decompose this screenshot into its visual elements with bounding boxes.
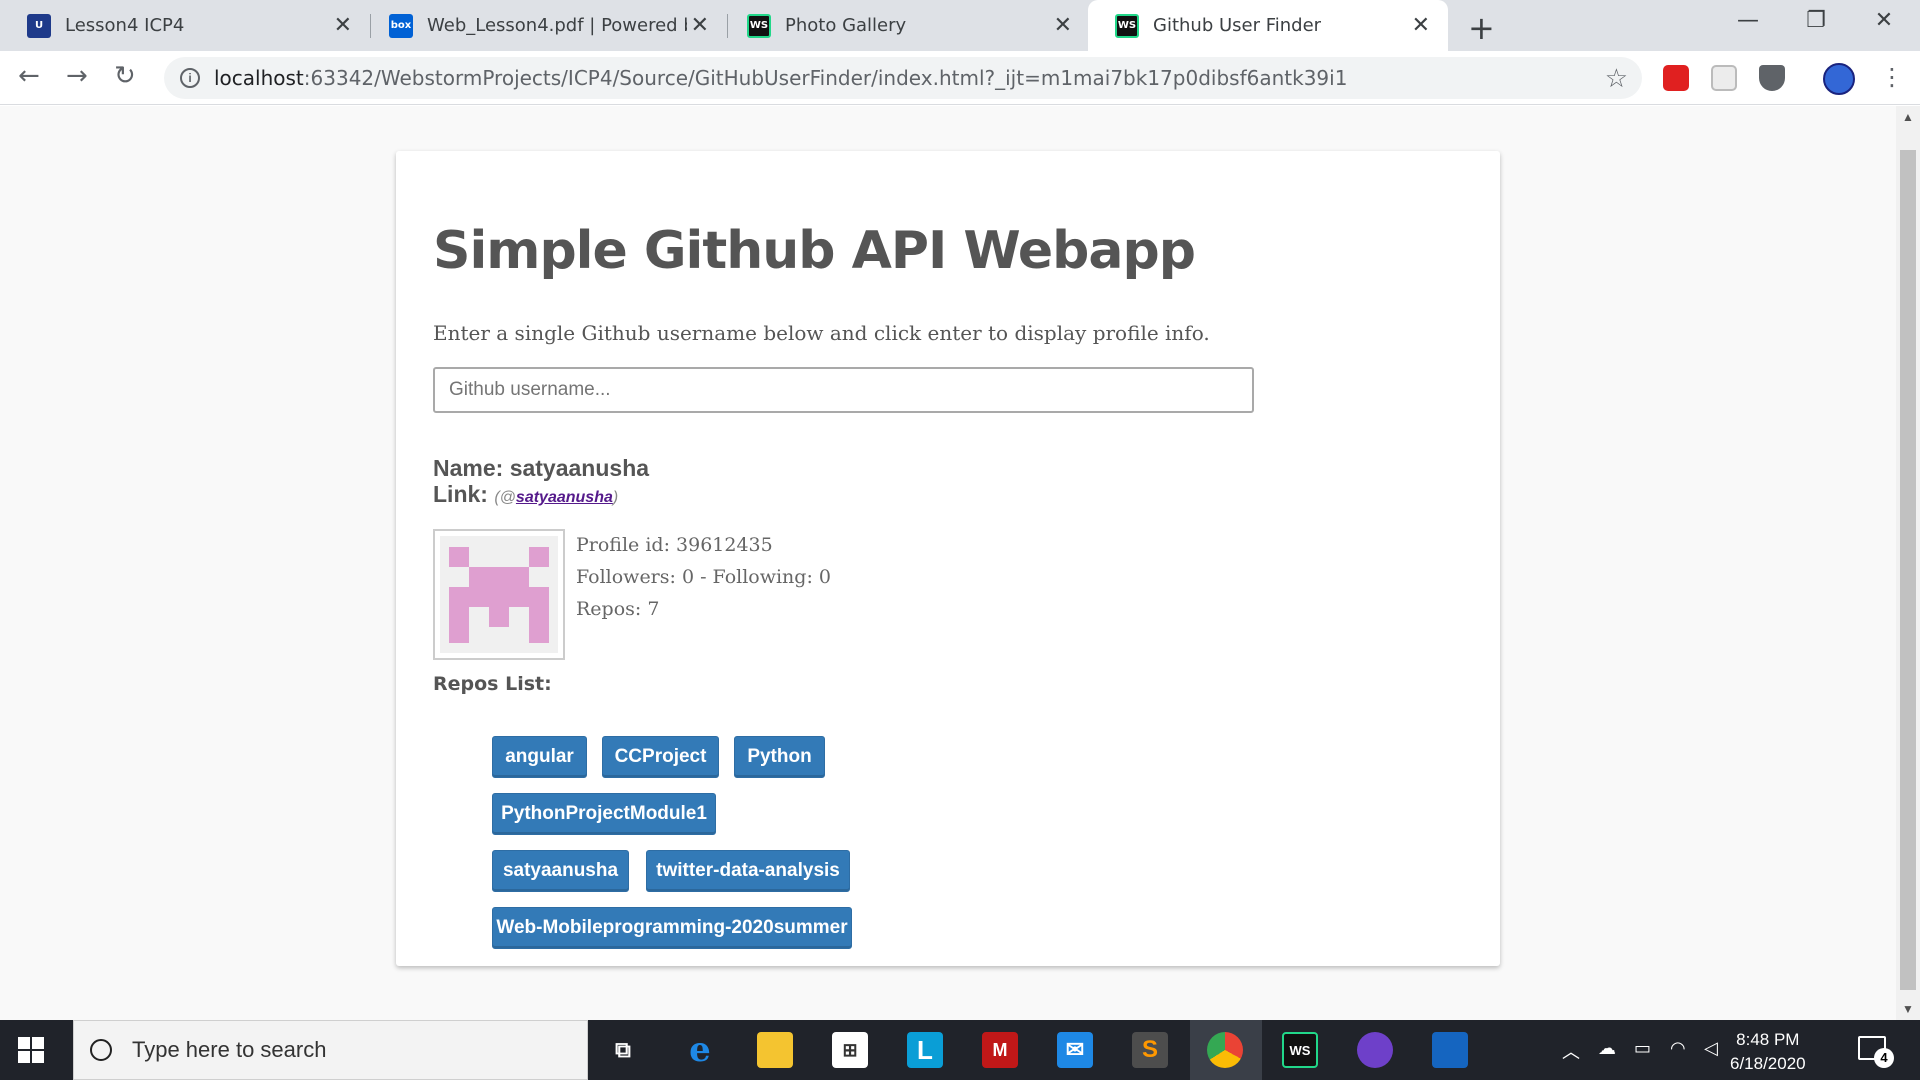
photos-icon[interactable]: [1432, 1032, 1468, 1068]
box-icon: box: [389, 13, 413, 38]
github-avatar: [433, 529, 565, 660]
repos-count: Repos: 7: [576, 598, 660, 620]
url-text[interactable]: localhost:63342/WebstormProjects/ICP4/So…: [214, 66, 1347, 90]
link-prefix: (@: [494, 489, 516, 506]
repo-button[interactable]: PythonProjectModule1: [492, 793, 716, 835]
url-host: localhost: [214, 66, 304, 90]
edge-icon[interactable]: e: [682, 1030, 718, 1070]
search-icon: [90, 1039, 112, 1061]
repo-button[interactable]: angular: [492, 736, 587, 778]
umkc-icon: U: [27, 13, 51, 38]
sublime-text-icon[interactable]: S: [1132, 1032, 1168, 1068]
tab-title: Photo Gallery: [785, 15, 907, 36]
webstorm-icon: WS: [1115, 13, 1139, 38]
new-tab-button[interactable]: +: [1468, 9, 1495, 47]
notification-count-badge: 4: [1874, 1048, 1894, 1068]
window-close-icon[interactable]: ✕: [1864, 8, 1904, 33]
info-icon[interactable]: i: [180, 68, 200, 88]
browser-toolbar: ← → ↻ i localhost:63342/WebstormProjects…: [0, 51, 1920, 105]
wifi-icon[interactable]: ◠: [1670, 1038, 1686, 1059]
tab-web-lesson4[interactable]: box Web_Lesson4.pdf | Powered by B ✕: [362, 0, 727, 51]
webstorm-icon[interactable]: WS: [1282, 1032, 1318, 1068]
system-clock[interactable]: 8:48 PM 6/18/2020: [1730, 1028, 1806, 1076]
close-icon[interactable]: ✕: [334, 13, 352, 38]
intro-text: Enter a single Github username below and…: [433, 321, 1210, 345]
url-path: :63342/WebstormProjects/ICP4/Source/GitH…: [303, 66, 1348, 90]
clock-time: 8:48 PM: [1736, 1030, 1800, 1049]
scroll-down-arrow-icon[interactable]: ▼: [1902, 1002, 1914, 1016]
repo-button[interactable]: Python: [734, 736, 825, 778]
restore-icon[interactable]: ❐: [1796, 8, 1836, 33]
menu-dots-icon[interactable]: ⋮: [1880, 63, 1904, 91]
followers-following: Followers: 0 - Following: 0: [576, 566, 831, 588]
chevron-up-icon[interactable]: ︿: [1562, 1038, 1580, 1064]
extension-red-icon[interactable]: [1663, 65, 1689, 91]
profile-stats: Profile id: 39612435 Followers: 0 - Foll…: [576, 529, 831, 625]
taskbar-search-text: Type here to search: [132, 1037, 327, 1062]
repo-button[interactable]: satyaanusha: [492, 850, 629, 892]
page-scrollbar[interactable]: ▲ ▼: [1896, 106, 1920, 1020]
notification-center-icon[interactable]: 4: [1858, 1036, 1894, 1068]
address-bar[interactable]: i localhost:63342/WebstormProjects/ICP4/…: [164, 57, 1642, 99]
shield-icon[interactable]: [1759, 65, 1785, 91]
mcafee-icon[interactable]: M: [982, 1032, 1018, 1068]
launcher-l-icon[interactable]: L: [907, 1032, 943, 1068]
extension-gray-icon[interactable]: [1711, 65, 1737, 91]
close-icon[interactable]: ✕: [691, 13, 709, 38]
tab-title: Lesson4 ICP4: [65, 15, 185, 36]
tab-github-user-finder[interactable]: WS Github User Finder ✕: [1088, 0, 1448, 51]
link-suffix: ): [612, 489, 619, 506]
file-explorer-icon[interactable]: [757, 1032, 793, 1068]
chrome-icon[interactable]: [1207, 1032, 1243, 1068]
back-icon[interactable]: ←: [18, 61, 40, 91]
main-card: Simple Github API Webapp Enter a single …: [396, 151, 1500, 966]
profile-link[interactable]: satyaanusha: [516, 489, 613, 506]
repo-button[interactable]: twitter-data-analysis: [646, 850, 850, 892]
repo-button[interactable]: Web-Mobileprogramming-2020summer: [492, 907, 852, 949]
store-icon[interactable]: ⊞: [832, 1032, 868, 1068]
tab-lesson4[interactable]: U Lesson4 ICP4 ✕: [0, 0, 370, 51]
profile-link-row: Link: (@satyaanusha): [433, 481, 618, 508]
profile-avatar[interactable]: [1823, 63, 1855, 95]
minimize-icon[interactable]: —: [1728, 8, 1768, 33]
repos-list-title: Repos List:: [433, 673, 552, 695]
github-desktop-icon[interactable]: [1357, 1032, 1393, 1068]
webstorm-icon: WS: [747, 13, 771, 38]
profile-name: Name: satyaanusha: [433, 455, 650, 481]
mail-icon[interactable]: ✉: [1057, 1032, 1093, 1068]
battery-icon[interactable]: ▭: [1634, 1038, 1651, 1059]
reload-icon[interactable]: ↻: [114, 61, 136, 91]
username-search-input[interactable]: [433, 367, 1254, 413]
close-icon[interactable]: ✕: [1412, 13, 1430, 38]
close-icon[interactable]: ✕: [1054, 13, 1072, 38]
link-label: Link:: [433, 481, 488, 507]
scroll-up-arrow-icon[interactable]: ▲: [1902, 110, 1914, 124]
forward-icon[interactable]: →: [66, 61, 88, 91]
windows-start-icon[interactable]: [18, 1037, 44, 1063]
volume-mute-icon[interactable]: ◁: [1704, 1038, 1718, 1059]
windows-taskbar: Type here to search ⧉ e ⊞ L M ✉ S WS ︿ ☁…: [0, 1020, 1920, 1080]
page-title: Simple Github API Webapp: [433, 221, 1196, 281]
tab-title: Web_Lesson4.pdf | Powered by B: [427, 15, 687, 36]
taskbar-search-box[interactable]: Type here to search: [73, 1020, 588, 1080]
onedrive-cloud-icon[interactable]: ☁: [1598, 1038, 1616, 1059]
repo-button[interactable]: CCProject: [602, 736, 719, 778]
profile-id: Profile id: 39612435: [576, 534, 773, 556]
clock-date: 6/18/2020: [1730, 1054, 1806, 1073]
tab-title: Github User Finder: [1153, 15, 1322, 36]
page-viewport: Simple Github API Webapp Enter a single …: [0, 106, 1896, 1020]
tab-photo-gallery[interactable]: WS Photo Gallery ✕: [720, 0, 1090, 51]
scrollbar-thumb[interactable]: [1900, 150, 1916, 990]
identicon-image: [440, 536, 558, 653]
bookmark-star-icon[interactable]: ☆: [1605, 63, 1628, 94]
tab-strip: U Lesson4 ICP4 ✕ box Web_Lesson4.pdf | P…: [0, 0, 1920, 51]
task-view-icon[interactable]: ⧉: [605, 1032, 641, 1068]
